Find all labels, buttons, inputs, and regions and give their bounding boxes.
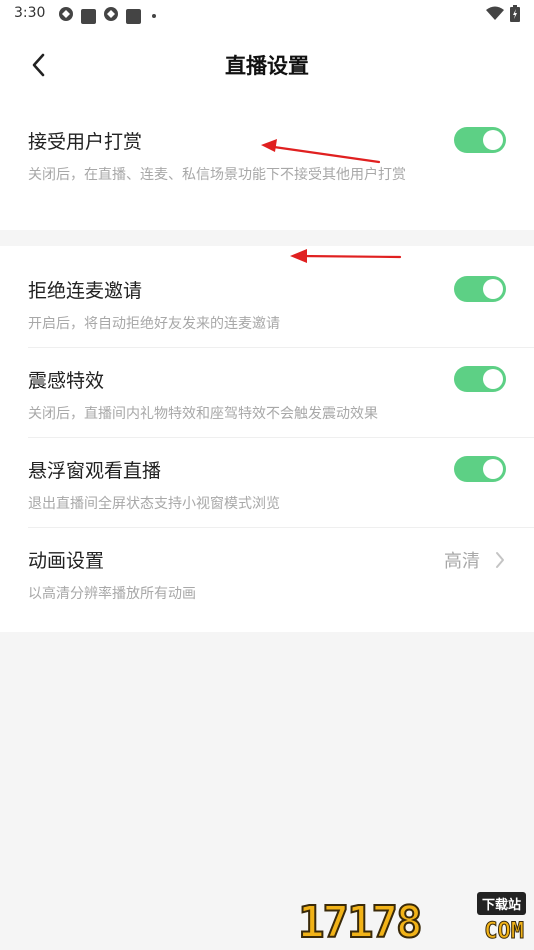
app-notification-icon xyxy=(81,8,96,24)
setting-row-floating-window: 悬浮窗观看直播 退出直播间全屏状态支持小视窗模式浏览 xyxy=(0,438,534,528)
setting-description: 关闭后，直播间内礼物特效和座驾特效不会触发震动效果 xyxy=(28,406,378,422)
page-title: 直播设置 xyxy=(225,54,309,78)
setting-row-vibration: 震感特效 关闭后，直播间内礼物特效和座驾特效不会触发震动效果 xyxy=(0,348,534,438)
setting-label: 接受用户打赏 xyxy=(28,131,143,153)
toggle-knob xyxy=(483,369,503,389)
notification-icons xyxy=(58,6,156,26)
annotation-arrow-icon xyxy=(290,249,402,263)
more-notifications-icon xyxy=(152,14,156,18)
setting-description: 开启后，将自动拒绝好友发来的连麦邀请 xyxy=(28,316,280,332)
watermark-domain: COM xyxy=(484,919,525,945)
setting-description: 退出直播间全屏状态支持小视窗模式浏览 xyxy=(28,496,280,512)
battery-icon xyxy=(510,5,520,26)
animation-quality-value: 高清 xyxy=(444,551,480,572)
setting-label: 震感特效 xyxy=(28,370,105,392)
chevron-right-icon xyxy=(494,551,506,569)
watermark-logo: 17178 下载站 COM xyxy=(297,892,528,949)
setting-label: 动画设置 xyxy=(28,550,105,572)
setting-description: 以高清分辨率播放所有动画 xyxy=(28,586,196,602)
app-notification-icon xyxy=(126,8,141,24)
toggle-knob xyxy=(483,279,503,299)
app-notification-icon xyxy=(58,6,74,26)
watermark-number: 17178 xyxy=(297,896,423,949)
status-time: 3:30 xyxy=(14,5,46,21)
reject-mic-toggle[interactable] xyxy=(454,276,506,302)
setting-label: 悬浮窗观看直播 xyxy=(28,460,162,482)
status-bar: 3:30 xyxy=(0,0,534,28)
accept-reward-toggle[interactable] xyxy=(454,127,506,153)
settings-group-live: 拒绝连麦邀请 开启后，将自动拒绝好友发来的连麦邀请 震感特效 关闭后，直播间内礼… xyxy=(0,246,534,632)
annotation-arrow-icon xyxy=(261,139,381,164)
watermark-tag: 下载站 xyxy=(476,892,526,915)
toggle-knob xyxy=(483,130,503,150)
app-notification-icon xyxy=(103,6,119,26)
setting-row-reject-mic: 拒绝连麦邀请 开启后，将自动拒绝好友发来的连麦邀请 xyxy=(0,246,534,348)
wifi-icon xyxy=(486,6,504,25)
vibration-toggle[interactable] xyxy=(454,366,506,392)
app-header: 直播设置 xyxy=(0,28,534,104)
setting-description: 关闭后，在直播、连麦、私信场景功能下不接受其他用户打赏 xyxy=(28,167,406,183)
setting-row-animation[interactable]: 动画设置 以高清分辨率播放所有动画 高清 xyxy=(0,528,534,632)
floating-window-toggle[interactable] xyxy=(454,456,506,482)
toggle-knob xyxy=(483,459,503,479)
setting-label: 拒绝连麦邀请 xyxy=(28,280,143,302)
